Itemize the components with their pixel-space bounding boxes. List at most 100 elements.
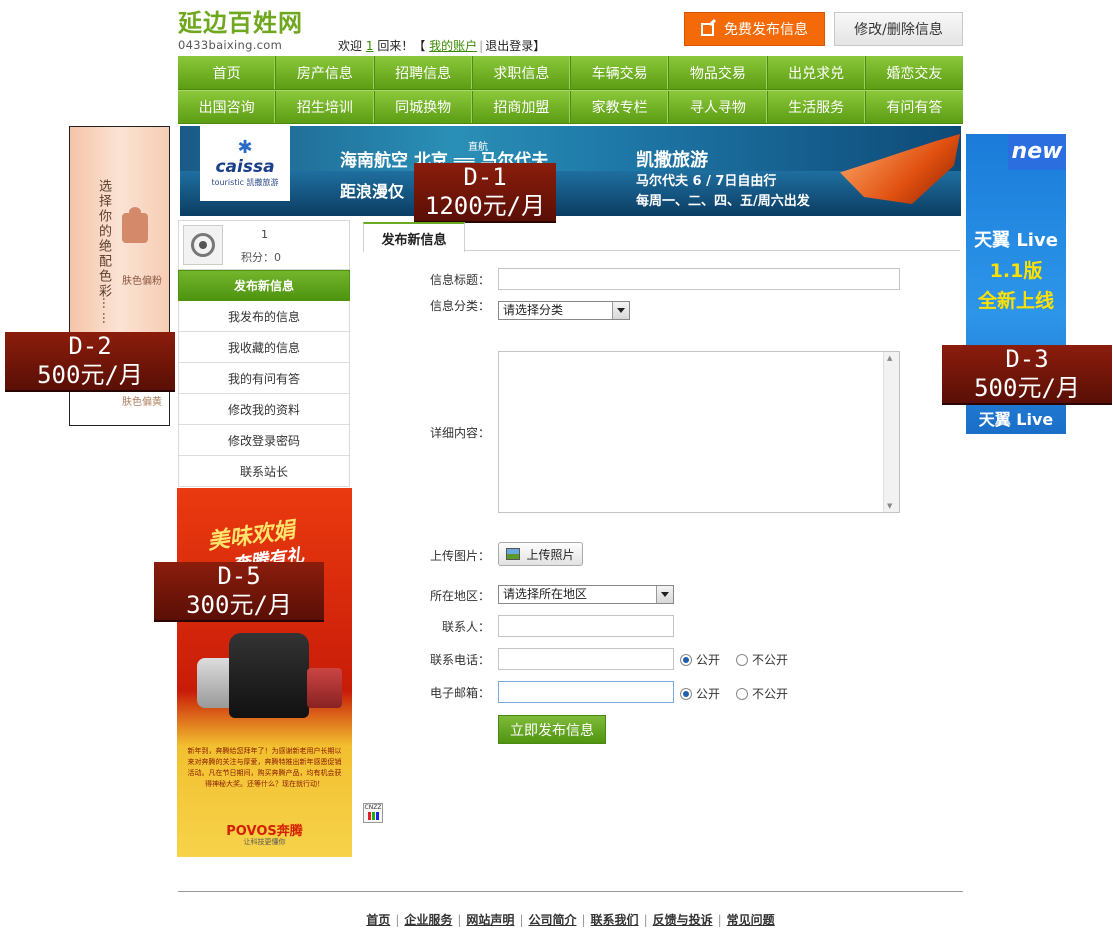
left-ad-background — [70, 127, 169, 347]
cnzz-label: CNZZ — [364, 804, 382, 811]
nav-item-vehicles[interactable]: 车辆交易 — [571, 56, 670, 89]
menu-item-change-password[interactable]: 修改登录密码 — [178, 425, 350, 456]
nav-item-franchise[interactable]: 招商加盟 — [473, 91, 571, 123]
footer-link-enterprise[interactable]: 企业服务 — [404, 913, 452, 927]
phone-input[interactable] — [498, 648, 674, 670]
divider: | — [479, 39, 484, 53]
email-private-radio[interactable] — [736, 687, 749, 700]
menu-item-edit-profile[interactable]: 修改我的资料 — [178, 394, 350, 425]
puzzle-icon — [122, 207, 148, 243]
nav-item-training[interactable]: 招生培训 — [276, 91, 375, 123]
title-input[interactable] — [498, 268, 900, 290]
pressure-cooker-graphic — [229, 633, 309, 718]
welcome-bar: 欢迎 1 回来！【 我的账户 | 退出登录】 — [338, 37, 545, 54]
phone-public-radio[interactable] — [680, 653, 692, 666]
welcome-suffix: 回来！【 — [377, 39, 426, 53]
my-account-link[interactable]: 我的账户 — [429, 39, 477, 53]
nav-item-exchange[interactable]: 同城换物 — [375, 91, 473, 123]
contact-input[interactable] — [498, 615, 674, 637]
phone-private-label: 不公开 — [752, 653, 789, 667]
content-textarea[interactable] — [498, 351, 900, 513]
modify-delete-button[interactable]: 修改/删除信息 — [834, 12, 963, 46]
appliance-graphic-2 — [307, 668, 342, 708]
category-label: 信息分类： — [429, 299, 490, 313]
welcome-prefix: 欢迎 — [338, 39, 363, 53]
caissa-logo: ✱ caissa touristic 凯撒旅游 — [200, 126, 290, 201]
email-public-radio[interactable] — [680, 687, 692, 700]
avatar-eye-icon — [191, 233, 215, 257]
footer-link-contact[interactable]: 联系我们 — [591, 913, 639, 927]
footer-links: 首页 | 企业服务 | 网站声明 | 公司简介 | 联系我们 | 反馈与投诉 | 常见问题 — [178, 911, 963, 928]
ad-price-tag-d5: D-5 300元/月 — [154, 562, 324, 622]
ad-price-tag-d2: D-2 500元/月 — [5, 332, 175, 392]
top-banner-ad[interactable]: ✱ caissa touristic 凯撒旅游 直航 海南航空 北京 ══ 马尔… — [180, 126, 961, 216]
title-label: 信息标题： — [429, 273, 490, 287]
tab-publish-new[interactable]: 发布新信息 — [363, 222, 465, 252]
nav-item-lost-found[interactable]: 寻人寻物 — [669, 91, 768, 123]
free-publish-label: 免费发布信息 — [724, 22, 808, 38]
footer-link-about[interactable]: 公司简介 — [528, 913, 576, 927]
email-public-label: 公开 — [696, 687, 721, 701]
menu-item-favorites[interactable]: 我收藏的信息 — [178, 332, 350, 363]
povos-ad[interactable]: 美味欢娟 奔腾有礼 新年到，奔腾给您拜年了！为感谢新老用户长期以来对奔腾的关注与… — [177, 488, 352, 857]
submit-button[interactable]: 立即发布信息 — [498, 715, 606, 744]
banner-sea — [180, 171, 961, 216]
footer-link-feedback[interactable]: 反馈与投诉 — [653, 913, 713, 927]
footer-link-statement[interactable]: 网站声明 — [466, 913, 514, 927]
footer-divider — [178, 891, 963, 892]
phone-private-radio[interactable] — [736, 653, 749, 666]
phone-label: 联系电话： — [429, 653, 490, 667]
divider: | — [395, 913, 400, 927]
email-input[interactable] — [498, 681, 674, 703]
menu-item-my-posts[interactable]: 我发布的信息 — [178, 301, 350, 332]
email-label: 电子邮箱： — [429, 686, 490, 700]
username-link[interactable]: 1 — [366, 39, 374, 53]
footer-link-faq[interactable]: 常见问题 — [727, 913, 775, 927]
menu-item-publish[interactable]: 发布新信息 — [178, 270, 350, 301]
nav-item-home[interactable]: 首页 — [178, 56, 277, 89]
star-icon: ✱ — [237, 137, 253, 158]
nav-item-transfer[interactable]: 出兑求兑 — [768, 56, 866, 89]
chevron-down-icon — [656, 586, 673, 603]
menu-item-my-qa[interactable]: 我的有问有答 — [178, 363, 350, 394]
nav-item-dating[interactable]: 婚恋交友 — [866, 56, 963, 89]
caissa-brand: caissa — [215, 157, 275, 177]
free-publish-button[interactable]: 免费发布信息 — [684, 12, 825, 46]
site-logo[interactable]: 延边百姓网 0433baixing.com — [178, 8, 310, 54]
textarea-scrollbar[interactable] — [883, 352, 899, 512]
nav-item-abroad[interactable]: 出国咨询 — [178, 91, 277, 123]
nav-item-recruit[interactable]: 招聘信息 — [375, 56, 473, 89]
logout-link[interactable]: 退出登录 — [485, 39, 533, 53]
right-ad-line3: 全新上线 — [977, 290, 1054, 312]
avatar[interactable] — [183, 225, 223, 265]
nav-item-qa[interactable]: 有问有答 — [866, 91, 963, 123]
upload-photo-button[interactable]: 上传照片 — [498, 542, 583, 566]
divider: | — [519, 913, 524, 927]
nav-item-goods[interactable]: 物品交易 — [669, 56, 768, 89]
nav-item-property[interactable]: 房产信息 — [276, 56, 375, 89]
menu-item-contact-admin[interactable]: 联系站长 — [178, 456, 350, 487]
category-select[interactable]: 请选择分类 — [498, 301, 630, 320]
nav-item-jobseek[interactable]: 求职信息 — [473, 56, 571, 89]
area-select[interactable]: 请选择所在地区 — [498, 585, 674, 604]
divider: | — [717, 913, 722, 927]
cnzz-stats-icon[interactable]: CNZZ — [363, 803, 383, 823]
ad-price: 300元/月 — [186, 591, 292, 619]
email-visibility: 公开 不公开 — [680, 685, 788, 702]
footer-link-home[interactable]: 首页 — [366, 913, 390, 927]
bracket-close: 】 — [533, 39, 546, 53]
nav-item-life-service[interactable]: 生活服务 — [768, 91, 866, 123]
banner-right3: 每周一、二、四、五/周六出发 — [636, 194, 810, 209]
ad-price: 1200元/月 — [424, 192, 546, 220]
banner-right2: 马尔代夫 6 / 7日自由行 — [636, 174, 777, 189]
nav-item-tutoring[interactable]: 家教专栏 — [571, 91, 670, 123]
ad-code: D-2 — [68, 332, 112, 360]
phone-visibility: 公开 不公开 — [680, 651, 788, 668]
ad-code: D-1 — [463, 163, 507, 191]
left-ad-label2: 肤色偏黄 — [122, 397, 162, 408]
chevron-down-icon — [612, 302, 629, 319]
new-badge: new — [1008, 134, 1066, 170]
banner-line2: 距浪漫仅 — [340, 182, 405, 201]
right-ad-line2: 1.1版 — [989, 260, 1043, 282]
ad-code: D-5 — [217, 562, 261, 590]
